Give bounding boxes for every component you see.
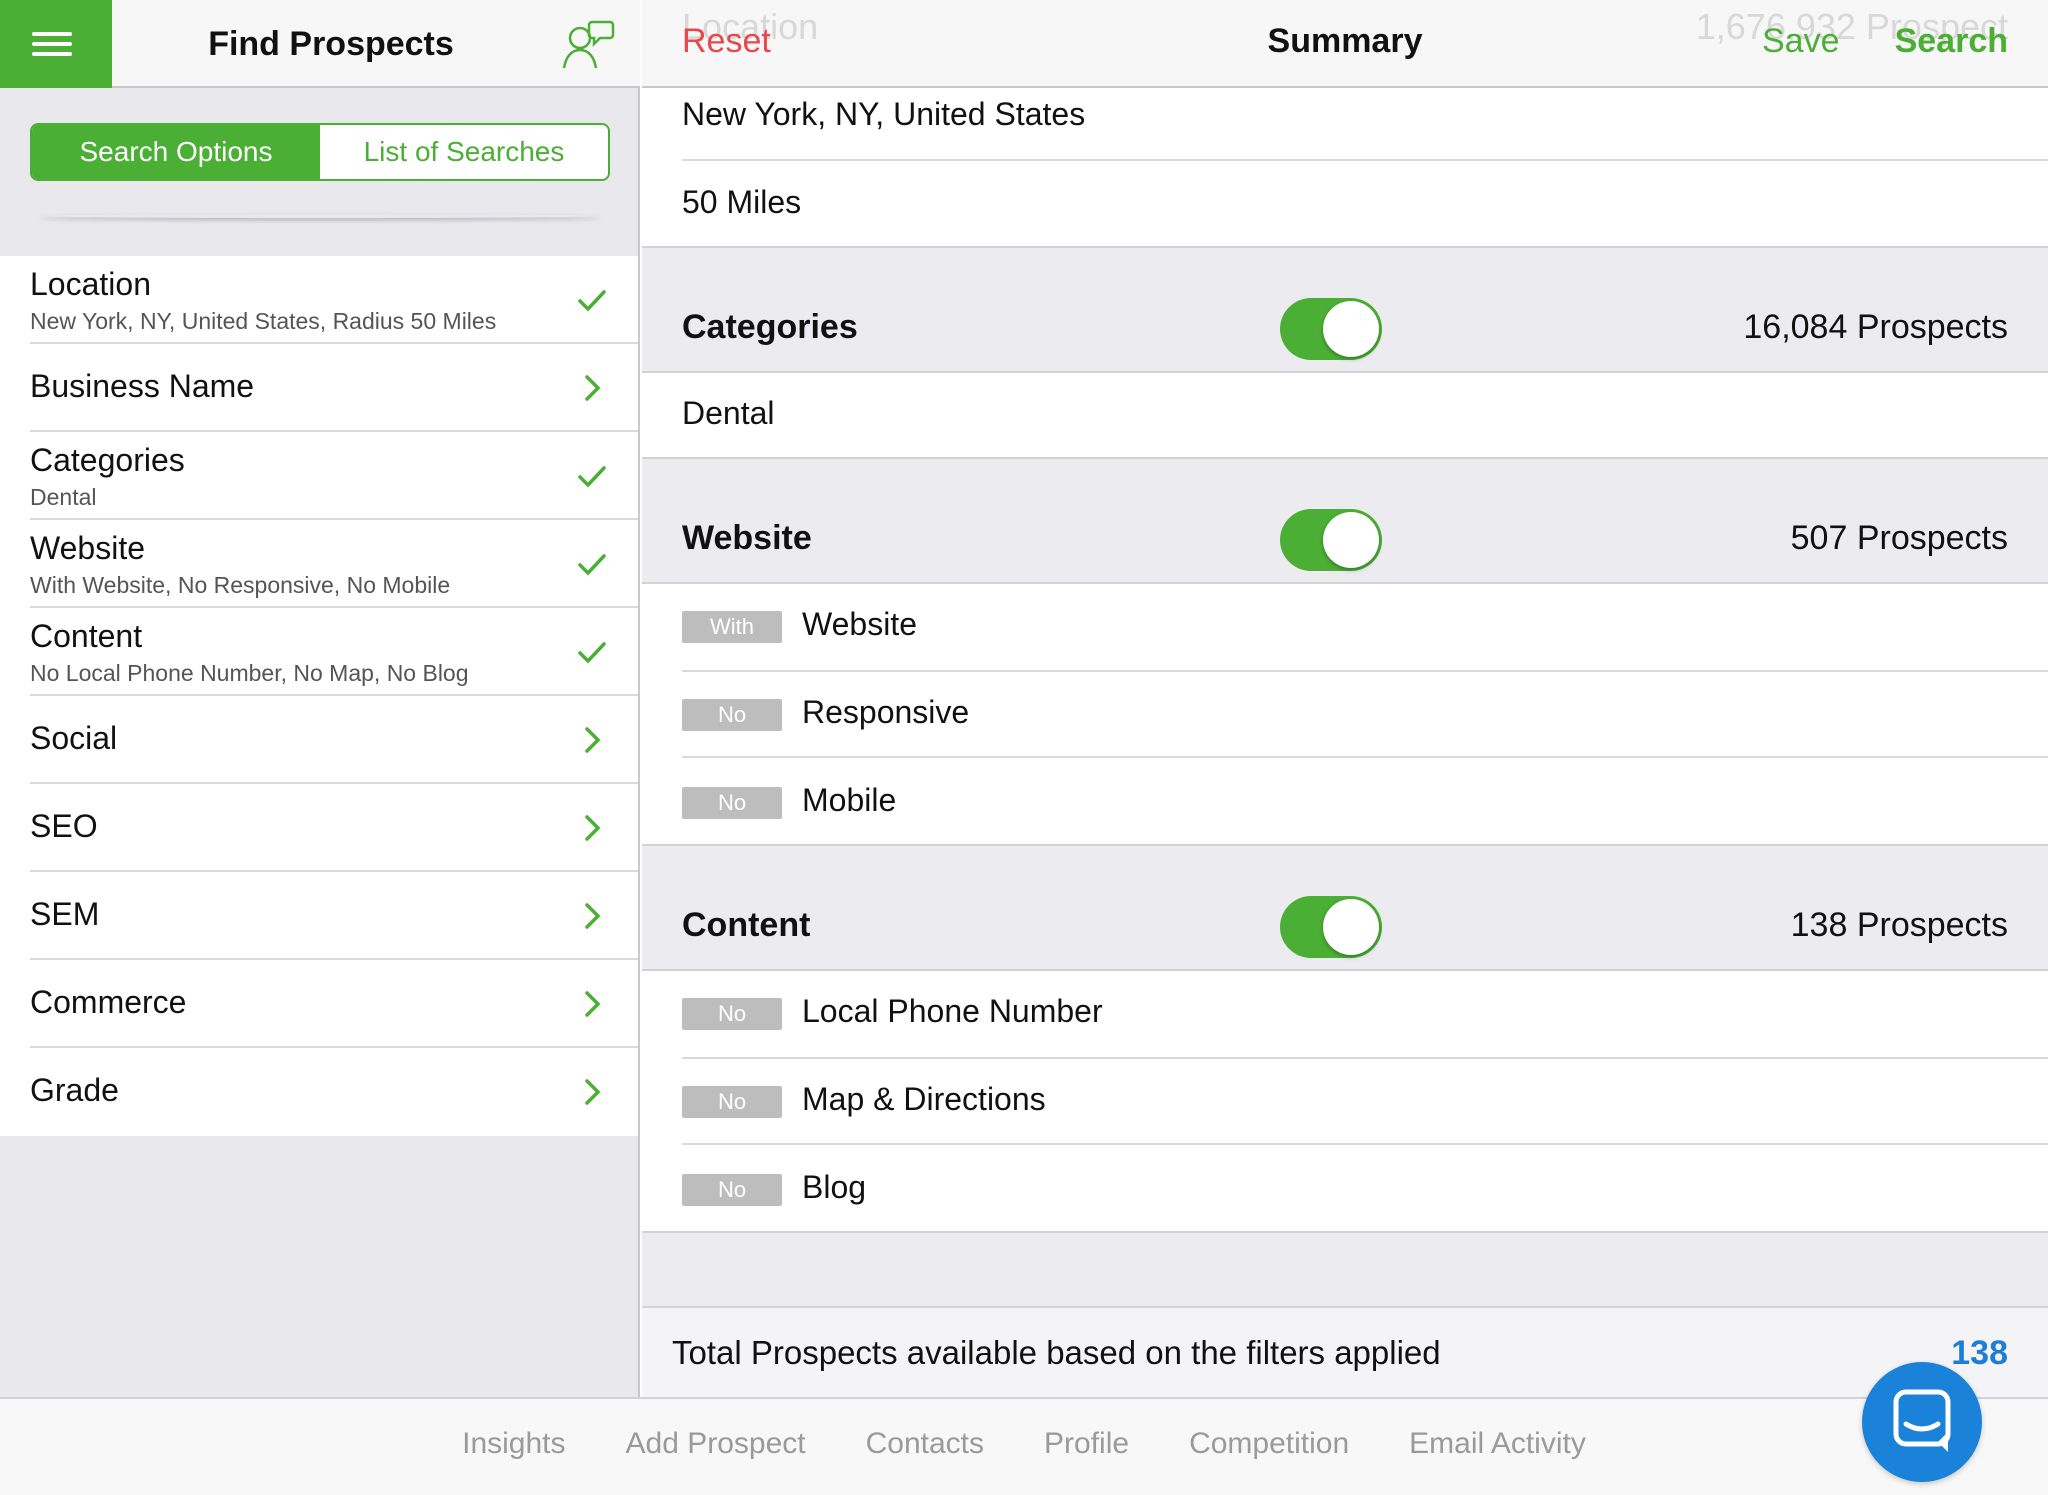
left-header: Find Prospects (0, 0, 640, 88)
section-title: Website (682, 519, 812, 557)
content-section-header: Content 138 Prospects (642, 844, 2048, 971)
option-location[interactable]: Location New York, NY, United States, Ra… (0, 256, 638, 344)
filter-label: Responsive (802, 694, 970, 730)
option-title: Grade (30, 1072, 119, 1108)
categories-toggle[interactable] (1280, 298, 1382, 360)
prospect-person-icon[interactable] (560, 16, 616, 72)
hamburger-icon (32, 32, 72, 36)
save-button[interactable]: Save (1762, 22, 1840, 61)
left-pane: Find Prospects Search Options List of Se… (0, 0, 640, 1397)
chevron-right-icon (585, 991, 601, 1017)
website-filters: With Website No Responsive No Mobile (642, 584, 2048, 846)
option-title: SEM (30, 896, 100, 932)
tab-contacts[interactable]: Contacts (866, 1427, 984, 1461)
chat-icon (1893, 1389, 1951, 1452)
chevron-right-icon (585, 815, 601, 841)
filter-label: Local Phone Number (802, 993, 1103, 1029)
location-section: New York, NY, United States 50 Miles (642, 88, 2048, 248)
chevron-right-icon (585, 1079, 601, 1105)
categories-section-header: Categories 16,084 Prospects (642, 246, 2048, 373)
filter-tag: No (682, 998, 782, 1030)
option-title: Location (30, 266, 151, 302)
option-commerce[interactable]: Commerce (0, 960, 638, 1048)
divider (40, 214, 600, 218)
option-title: Content (30, 618, 143, 654)
chat-button[interactable] (1862, 1362, 1982, 1482)
option-grade[interactable]: Grade (0, 1048, 638, 1136)
menu-button[interactable] (0, 0, 112, 88)
tab-insights[interactable]: Insights (462, 1427, 565, 1461)
radius-value: 50 Miles (682, 184, 802, 220)
search-button[interactable]: Search (1895, 22, 2008, 61)
tab-add-prospect[interactable]: Add Prospect (626, 1427, 806, 1461)
chevron-right-icon (585, 375, 601, 401)
content-filters: No Local Phone Number No Map & Direction… (642, 971, 2048, 1233)
option-social[interactable]: Social (0, 696, 638, 784)
option-categories[interactable]: Categories Dental (0, 432, 638, 520)
option-website[interactable]: Website With Website, No Responsive, No … (0, 520, 638, 608)
section-count: 138 Prospects (1790, 906, 2008, 944)
search-segment-control: Search Options List of Searches (30, 123, 610, 181)
option-subtitle: No Local Phone Number, No Map, No Blog (30, 660, 469, 686)
option-title: Categories (30, 442, 185, 478)
category-value: Dental (682, 395, 775, 431)
divider (682, 670, 2048, 672)
check-icon (578, 554, 606, 576)
left-title: Find Prospects (208, 25, 454, 63)
summary-header: Location 1,676,932 Prospect Reset Summar… (642, 0, 2048, 88)
option-subtitle: Dental (30, 484, 97, 510)
total-label: Total Prospects available based on the f… (672, 1334, 1441, 1371)
check-icon (578, 290, 606, 312)
section-title: Categories (682, 308, 858, 346)
website-section-header: Website 507 Prospects (642, 457, 2048, 584)
option-content[interactable]: Content No Local Phone Number, No Map, N… (0, 608, 638, 696)
summary-pane: Location 1,676,932 Prospect Reset Summar… (642, 0, 2048, 1397)
filter-tag: No (682, 787, 782, 819)
filter-label: Website (802, 606, 918, 642)
section-title: Content (682, 906, 811, 944)
divider (682, 159, 2048, 161)
section-count: 16,084 Prospects (1743, 308, 2008, 346)
option-subtitle: With Website, No Responsive, No Mobile (30, 572, 451, 598)
tab-search-options[interactable]: Search Options (32, 125, 320, 179)
tab-list-of-searches[interactable]: List of Searches (320, 125, 608, 179)
divider (682, 756, 2048, 758)
section-count: 507 Prospects (1790, 519, 2008, 557)
filter-tag: With (682, 611, 782, 643)
option-title: SEO (30, 808, 98, 844)
website-toggle[interactable] (1280, 509, 1382, 571)
option-business-name[interactable]: Business Name (0, 344, 638, 432)
divider (682, 1057, 2048, 1059)
check-icon (578, 466, 606, 488)
tab-competition[interactable]: Competition (1189, 1427, 1349, 1461)
tab-email-activity[interactable]: Email Activity (1409, 1427, 1586, 1461)
filter-label: Map & Directions (802, 1081, 1046, 1117)
option-seo[interactable]: SEO (0, 784, 638, 872)
filter-label: Blog (802, 1169, 867, 1205)
option-subtitle: New York, NY, United States, Radius 50 M… (30, 308, 497, 334)
chevron-right-icon (585, 727, 601, 753)
total-bar: Total Prospects available based on the f… (642, 1306, 2048, 1397)
option-title: Social (30, 720, 118, 756)
bottom-tab-bar: Insights Add Prospect Contacts Profile C… (0, 1397, 2048, 1495)
tab-profile[interactable]: Profile (1044, 1427, 1129, 1461)
check-icon (578, 642, 606, 664)
divider (682, 1143, 2048, 1145)
filter-label: Mobile (802, 782, 897, 818)
location-value: New York, NY, United States (682, 96, 1086, 132)
filter-tag: No (682, 1086, 782, 1118)
search-options-list: Location New York, NY, United States, Ra… (0, 256, 638, 1136)
spacer (642, 1231, 2048, 1308)
content-toggle[interactable] (1280, 896, 1382, 958)
chevron-right-icon (585, 903, 601, 929)
option-sem[interactable]: SEM (0, 872, 638, 960)
list-item: Dental (642, 373, 2048, 459)
option-title: Business Name (30, 368, 255, 404)
option-title: Commerce (30, 984, 187, 1020)
filter-tag: No (682, 1174, 782, 1206)
filter-tag: No (682, 699, 782, 731)
option-title: Website (30, 530, 146, 566)
